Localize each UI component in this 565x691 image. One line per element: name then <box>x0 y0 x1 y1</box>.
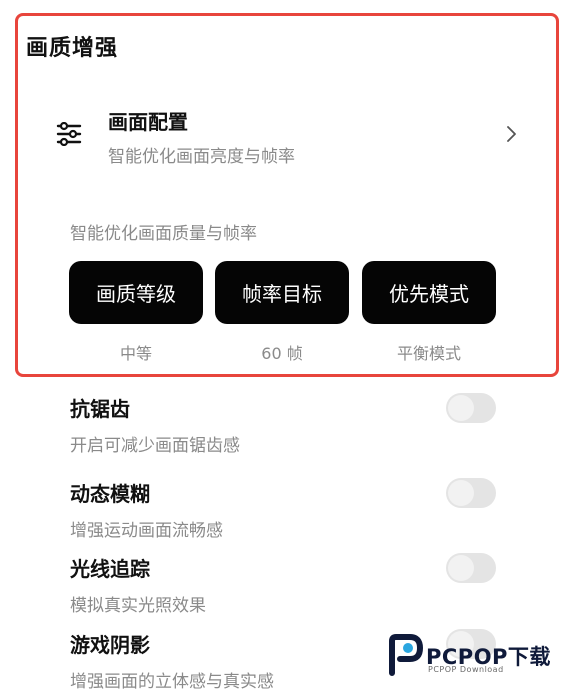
chevron-right-icon[interactable] <box>506 126 516 142</box>
motion-blur-toggle[interactable] <box>446 478 496 508</box>
quality-level-value: 中等 <box>119 344 152 363</box>
pcpop-logo-icon <box>389 634 424 676</box>
setting-desc: 模拟真实光照效果 <box>70 596 206 616</box>
watermark-sub: PCPOP Download <box>428 665 504 674</box>
ray-tracing-toggle[interactable] <box>446 553 496 583</box>
sliders-icon <box>56 122 82 146</box>
frame-rate-target-value: 60 帧 <box>261 344 303 363</box>
toggle-knob <box>448 555 474 581</box>
setting-label: 抗锯齿 <box>70 397 130 421</box>
setting-label: 光线追踪 <box>70 557 150 581</box>
setting-motion-blur: 动态模糊 增强运动画面流畅感 <box>70 478 500 548</box>
section-title: 画质增强 <box>26 36 119 61</box>
picture-config-title: 画面配置 <box>108 110 188 134</box>
toggle-knob <box>448 480 474 506</box>
picture-config-subtitle: 智能优化画面亮度与帧率 <box>108 147 295 167</box>
setting-desc: 开启可减少画面锯齿感 <box>70 436 240 456</box>
setting-label: 动态模糊 <box>70 482 150 506</box>
frame-rate-target-button[interactable]: 帧率目标 <box>215 261 349 324</box>
setting-desc: 增强画面的立体感与真实感 <box>70 672 274 691</box>
setting-desc: 增强运动画面流畅感 <box>70 521 223 541</box>
priority-mode-button[interactable]: 优先模式 <box>362 261 496 324</box>
pcpop-watermark: PCPOP下载 PCPOP Download <box>386 633 561 685</box>
graphics-settings-page: 画质增强 画面配置 智能优化画面亮度与帧率 智能优化画面质量与帧率 画质等级 帧… <box>0 0 565 691</box>
picture-config-row[interactable]: 画面配置 智能优化画面亮度与帧率 <box>40 96 520 172</box>
quality-button-group: 画质等级 帧率目标 优先模式 <box>69 261 497 324</box>
button-values: 中等 60 帧 平衡模式 <box>69 340 497 363</box>
quality-hint-text: 智能优化画面质量与帧率 <box>70 224 257 244</box>
priority-mode-value: 平衡模式 <box>396 344 461 363</box>
anti-aliasing-toggle[interactable] <box>446 393 496 423</box>
setting-ray-tracing: 光线追踪 模拟真实光照效果 <box>70 553 500 623</box>
quality-level-button[interactable]: 画质等级 <box>69 261 203 324</box>
setting-anti-aliasing: 抗锯齿 开启可减少画面锯齿感 <box>70 393 500 463</box>
toggle-knob <box>448 395 474 421</box>
setting-label: 游戏阴影 <box>70 633 150 657</box>
